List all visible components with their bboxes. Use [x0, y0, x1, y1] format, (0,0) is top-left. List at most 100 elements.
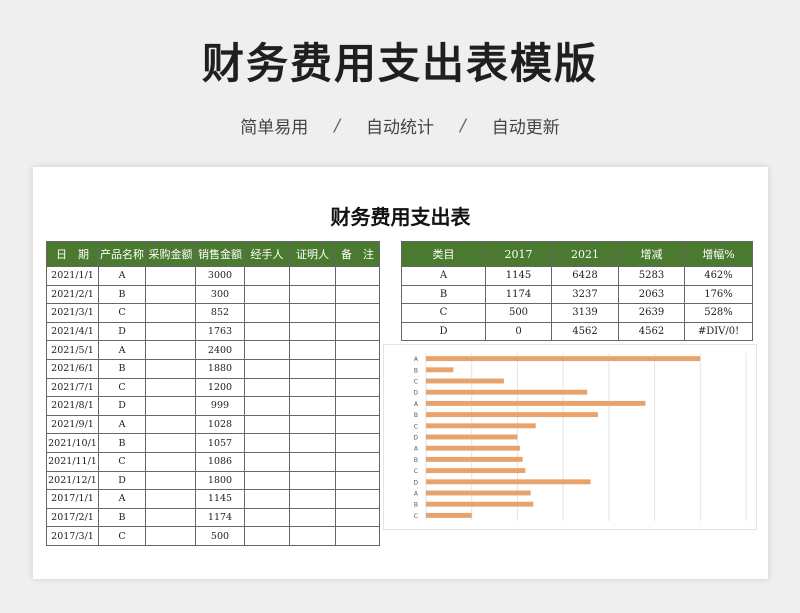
table-cell: 5283	[618, 266, 685, 286]
table-cell: 4562	[618, 321, 685, 342]
table-row: C 500 3139 2639 528%	[401, 303, 753, 323]
table-cell	[289, 377, 336, 398]
category-tick-label: A	[414, 491, 419, 498]
table-row: 2021/3/1 C 852	[46, 303, 380, 323]
table-cell: 2021/1/1	[46, 266, 99, 286]
table-cell: 852	[195, 303, 245, 323]
table-cell	[244, 489, 290, 509]
table-cell	[244, 377, 290, 398]
tag-separator: /	[460, 115, 466, 136]
table-cell: 500	[485, 303, 552, 323]
table-cell	[289, 321, 336, 342]
table-cell: C	[98, 451, 146, 472]
table-cell: 1057	[195, 433, 245, 453]
table-cell	[244, 321, 290, 342]
tag-separator: /	[334, 115, 340, 136]
table-cell	[145, 377, 196, 398]
table-cell: 1145	[195, 489, 245, 509]
table-cell	[335, 321, 380, 342]
column-header: 经手人	[244, 241, 290, 267]
table-cell: 6428	[551, 266, 619, 286]
table-cell: 3000	[195, 266, 245, 286]
table-row: 2021/5/1 A 2400	[46, 340, 380, 360]
table-row: 2021/1/1 A 3000	[46, 266, 380, 286]
category-tick-label: C	[414, 379, 418, 386]
table-cell	[145, 526, 196, 546]
table-cell	[244, 526, 290, 546]
tagline: 简单易用 / 自动统计 / 自动更新	[0, 113, 800, 139]
table-cell: 528%	[684, 303, 753, 323]
category-tick-label: C	[414, 423, 418, 430]
bar	[426, 356, 701, 362]
table-cell: 2021/11/1	[46, 451, 99, 472]
table-cell	[289, 414, 336, 435]
table-cell: 2021/7/1	[46, 377, 99, 398]
table-cell	[244, 340, 290, 360]
table-cell	[145, 340, 196, 360]
table-cell: 2639	[618, 303, 685, 323]
column-header: 采购金额	[145, 241, 196, 267]
table-cell	[145, 414, 196, 435]
table-cell: 2017/1/1	[46, 489, 99, 509]
column-header: 备 注	[335, 241, 380, 267]
category-tick-label: B	[414, 502, 418, 509]
table-cell	[145, 489, 196, 509]
table-row: 2021/11/1 C 1086	[46, 451, 380, 472]
tag-auto-stat: 自动统计	[366, 118, 434, 138]
table-cell	[244, 358, 290, 379]
table-cell	[335, 489, 380, 509]
table-cell: 2021/6/1	[46, 358, 99, 379]
table-cell	[289, 396, 336, 416]
column-header: 增减	[618, 241, 685, 267]
table-cell: 2021/10/1	[46, 433, 99, 453]
table-cell	[145, 321, 196, 342]
table-cell: 1174	[485, 284, 552, 305]
table-cell	[335, 507, 380, 528]
tag-easy: 简单易用	[240, 118, 309, 138]
bar	[426, 378, 504, 384]
table-cell	[145, 396, 196, 416]
table-row: 2021/10/1 B 1057	[46, 433, 380, 453]
table-cell: C	[98, 377, 146, 398]
table-cell: 3237	[551, 284, 619, 305]
table-cell: 1200	[195, 377, 245, 398]
category-tick-label: C	[414, 468, 418, 475]
table-cell	[145, 266, 196, 286]
column-header: 类目	[401, 241, 486, 267]
bar	[426, 389, 588, 395]
table-cell: 1145	[485, 266, 552, 286]
column-header: 2017	[485, 241, 552, 267]
bar	[426, 501, 534, 507]
table-cell	[335, 451, 380, 472]
bar	[426, 412, 598, 418]
tag-auto-update: 自动更新	[491, 118, 560, 138]
table-cell	[289, 433, 336, 453]
expense-table: 日 期产品名称 采购金额 销售金额 经手人 证明人备 注 2021/1/1 A 3000 20…	[46, 241, 380, 546]
table-cell	[289, 266, 336, 286]
table-cell: D	[401, 321, 486, 342]
category-tick-label: B	[414, 457, 418, 464]
table-cell: 2400	[195, 340, 245, 360]
table-cell: 1086	[195, 451, 245, 472]
category-tick-label: D	[413, 479, 418, 486]
table-cell	[289, 358, 336, 379]
column-header: 增幅%	[684, 241, 753, 267]
table-cell	[289, 470, 336, 491]
table-cell	[335, 266, 380, 286]
category-tick-label: A	[414, 446, 419, 453]
bar	[426, 434, 518, 440]
table-cell	[289, 340, 336, 360]
table-cell	[335, 303, 380, 323]
category-tick-label: B	[414, 367, 418, 374]
table-cell	[145, 470, 196, 491]
table-row: 2017/3/1 C 500	[46, 526, 380, 546]
table-cell	[145, 284, 196, 305]
bar	[426, 445, 520, 451]
column-header: 证明人	[289, 241, 336, 267]
table-cell: 1174	[195, 507, 245, 528]
table-cell: 1763	[195, 321, 245, 342]
category-tick-label: A	[414, 356, 419, 363]
table-cell	[335, 396, 380, 416]
table-cell	[335, 358, 380, 379]
bar	[426, 456, 523, 462]
